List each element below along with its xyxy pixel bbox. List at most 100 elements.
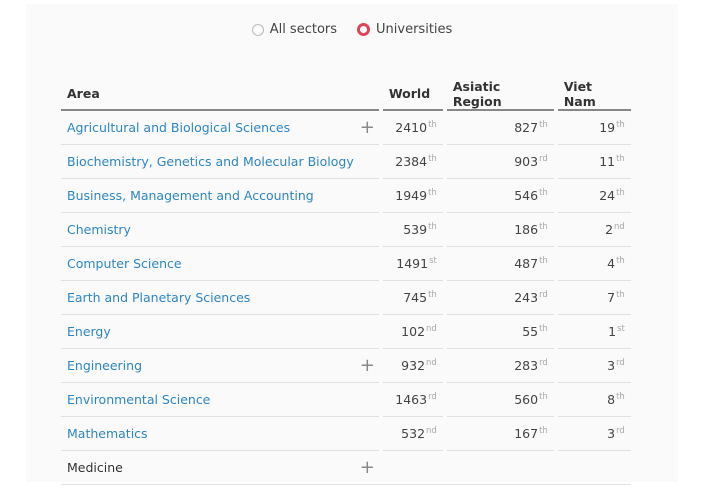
table-row: Earth and Planetary Sciences 745th 243rd 7t… bbox=[61, 280, 631, 315]
region-rank-suffix: th bbox=[539, 255, 548, 266]
expand-icon[interactable]: + bbox=[359, 348, 379, 383]
world-rank-value: 2410 bbox=[395, 120, 428, 136]
world-rank-value: 745 bbox=[403, 290, 428, 306]
country-rank-suffix: th bbox=[616, 255, 625, 266]
region-rank-suffix: th bbox=[539, 221, 548, 232]
region-rank: 283rd bbox=[446, 348, 554, 383]
region-rank: 487th bbox=[446, 246, 554, 281]
ranking-table: Area World Asiatic Region Viet Nam Agric… bbox=[61, 78, 631, 485]
world-rank-suffix: nd bbox=[426, 357, 437, 368]
area-link[interactable]: Chemistry bbox=[67, 222, 131, 237]
country-rank-suffix: th bbox=[616, 153, 625, 164]
country-rank-suffix: th bbox=[616, 289, 625, 300]
expand-icon[interactable]: + bbox=[359, 110, 379, 145]
region-rank-value: 243 bbox=[514, 290, 539, 306]
world-rank-value: 1463 bbox=[395, 392, 428, 408]
area-cell: Environmental Science bbox=[61, 382, 360, 417]
all-sectors-radio[interactable] bbox=[251, 23, 264, 36]
region-rank: 243rd bbox=[446, 280, 554, 315]
country-rank-value: 2 bbox=[605, 222, 614, 238]
universities-radio[interactable] bbox=[357, 23, 371, 36]
world-rank-value: 1949 bbox=[395, 188, 428, 204]
world-rank-suffix: th bbox=[428, 289, 437, 300]
area-link[interactable]: Agricultural and Biological Sciences bbox=[67, 120, 290, 135]
country-rank: 11th bbox=[557, 144, 631, 179]
header-asiatic-region: Asiatic Region bbox=[446, 78, 554, 111]
country-rank: 4th bbox=[557, 246, 631, 281]
country-rank-value: 8 bbox=[607, 392, 616, 408]
area-link[interactable]: Business, Management and Accounting bbox=[67, 188, 314, 203]
header-area: Area bbox=[61, 78, 379, 111]
region-rank: 903rd bbox=[446, 144, 554, 179]
region-rank-value: 560 bbox=[514, 392, 539, 408]
country-rank-value: 7 bbox=[607, 290, 616, 306]
world-rank-value: 1491 bbox=[396, 256, 429, 272]
world-rank-value: 932 bbox=[401, 358, 426, 374]
area-cell: Chemistry bbox=[61, 212, 360, 247]
country-rank-value: 1 bbox=[608, 324, 617, 340]
region-rank-suffix: rd bbox=[539, 357, 548, 368]
area-cell: Energy bbox=[61, 314, 360, 349]
country-rank: 3rd bbox=[557, 416, 631, 451]
area-link[interactable]: Engineering bbox=[67, 358, 142, 373]
world-rank-value: 102 bbox=[401, 324, 426, 340]
region-rank: 546th bbox=[446, 178, 554, 213]
country-rank: 3rd bbox=[557, 348, 631, 383]
country-rank: 19th bbox=[557, 110, 631, 145]
world-rank-suffix: th bbox=[428, 187, 437, 198]
filter-all-sectors[interactable]: All sectors bbox=[251, 22, 337, 37]
area-cell: Agricultural and Biological Sciences bbox=[61, 110, 360, 145]
table-row: Energy 102nd 55th 1st bbox=[61, 314, 631, 349]
region-rank-suffix: th bbox=[539, 187, 548, 198]
world-rank-suffix: nd bbox=[426, 323, 437, 334]
country-rank-value: 11 bbox=[599, 154, 616, 170]
table-row: Biochemistry, Genetics and Molecular Bio… bbox=[61, 144, 631, 179]
world-rank: 745th bbox=[382, 280, 443, 315]
world-rank-value: 2384 bbox=[395, 154, 428, 170]
region-rank-value: 55 bbox=[522, 324, 539, 340]
country-rank-value: 24 bbox=[599, 188, 616, 204]
world-rank-suffix: nd bbox=[426, 425, 437, 436]
region-rank-value: 827 bbox=[514, 120, 539, 136]
country-rank-suffix: rd bbox=[616, 425, 625, 436]
area-link[interactable]: Earth and Planetary Sciences bbox=[67, 290, 250, 305]
region-rank-suffix: th bbox=[539, 391, 548, 402]
sector-filter: All sectors Universities bbox=[26, 22, 678, 37]
table-row: Engineering +932nd 283rd 3rd bbox=[61, 348, 631, 383]
area-link[interactable]: Computer Science bbox=[67, 256, 182, 271]
region-rank-suffix: th bbox=[539, 323, 548, 334]
area-link[interactable]: Mathematics bbox=[67, 426, 148, 441]
country-rank bbox=[557, 450, 631, 485]
area-cell: Biochemistry, Genetics and Molecular Bio… bbox=[61, 144, 360, 179]
region-rank-value: 546 bbox=[514, 188, 539, 204]
header-viet-nam: Viet Nam bbox=[557, 78, 631, 111]
country-rank-suffix: th bbox=[616, 119, 625, 130]
country-rank-value: 4 bbox=[607, 256, 616, 272]
table-header-row: Area World Asiatic Region Viet Nam bbox=[61, 78, 631, 111]
region-rank-value: 186 bbox=[514, 222, 539, 238]
table-row: Chemistry 539th 186th 2nd bbox=[61, 212, 631, 247]
region-rank-suffix: rd bbox=[539, 153, 548, 164]
region-rank: 167th bbox=[446, 416, 554, 451]
world-rank-suffix: th bbox=[428, 221, 437, 232]
area-link[interactable]: Energy bbox=[67, 324, 111, 339]
region-rank-value: 283 bbox=[514, 358, 539, 374]
world-rank-value: 532 bbox=[401, 426, 426, 442]
area-cell: Computer Science bbox=[61, 246, 360, 281]
country-rank: 2nd bbox=[557, 212, 631, 247]
country-rank-value: 3 bbox=[607, 426, 616, 442]
country-rank-suffix: st bbox=[617, 323, 625, 334]
area-link[interactable]: Biochemistry, Genetics and Molecular Bio… bbox=[67, 154, 354, 169]
area-cell: Mathematics bbox=[61, 416, 360, 451]
region-rank-suffix: rd bbox=[539, 289, 548, 300]
universities-label: Universities bbox=[376, 22, 453, 37]
filter-universities[interactable]: Universities bbox=[357, 22, 452, 37]
table-row: Computer Science 1491st 487th 4th bbox=[61, 246, 631, 281]
area-link[interactable]: Environmental Science bbox=[67, 392, 210, 407]
region-rank-suffix: th bbox=[539, 425, 548, 436]
area-cell: Earth and Planetary Sciences bbox=[61, 280, 360, 315]
region-rank: 55th bbox=[446, 314, 554, 349]
expand-icon[interactable]: + bbox=[359, 450, 379, 485]
header-world: World bbox=[382, 78, 443, 111]
world-rank-suffix: rd bbox=[428, 391, 437, 402]
